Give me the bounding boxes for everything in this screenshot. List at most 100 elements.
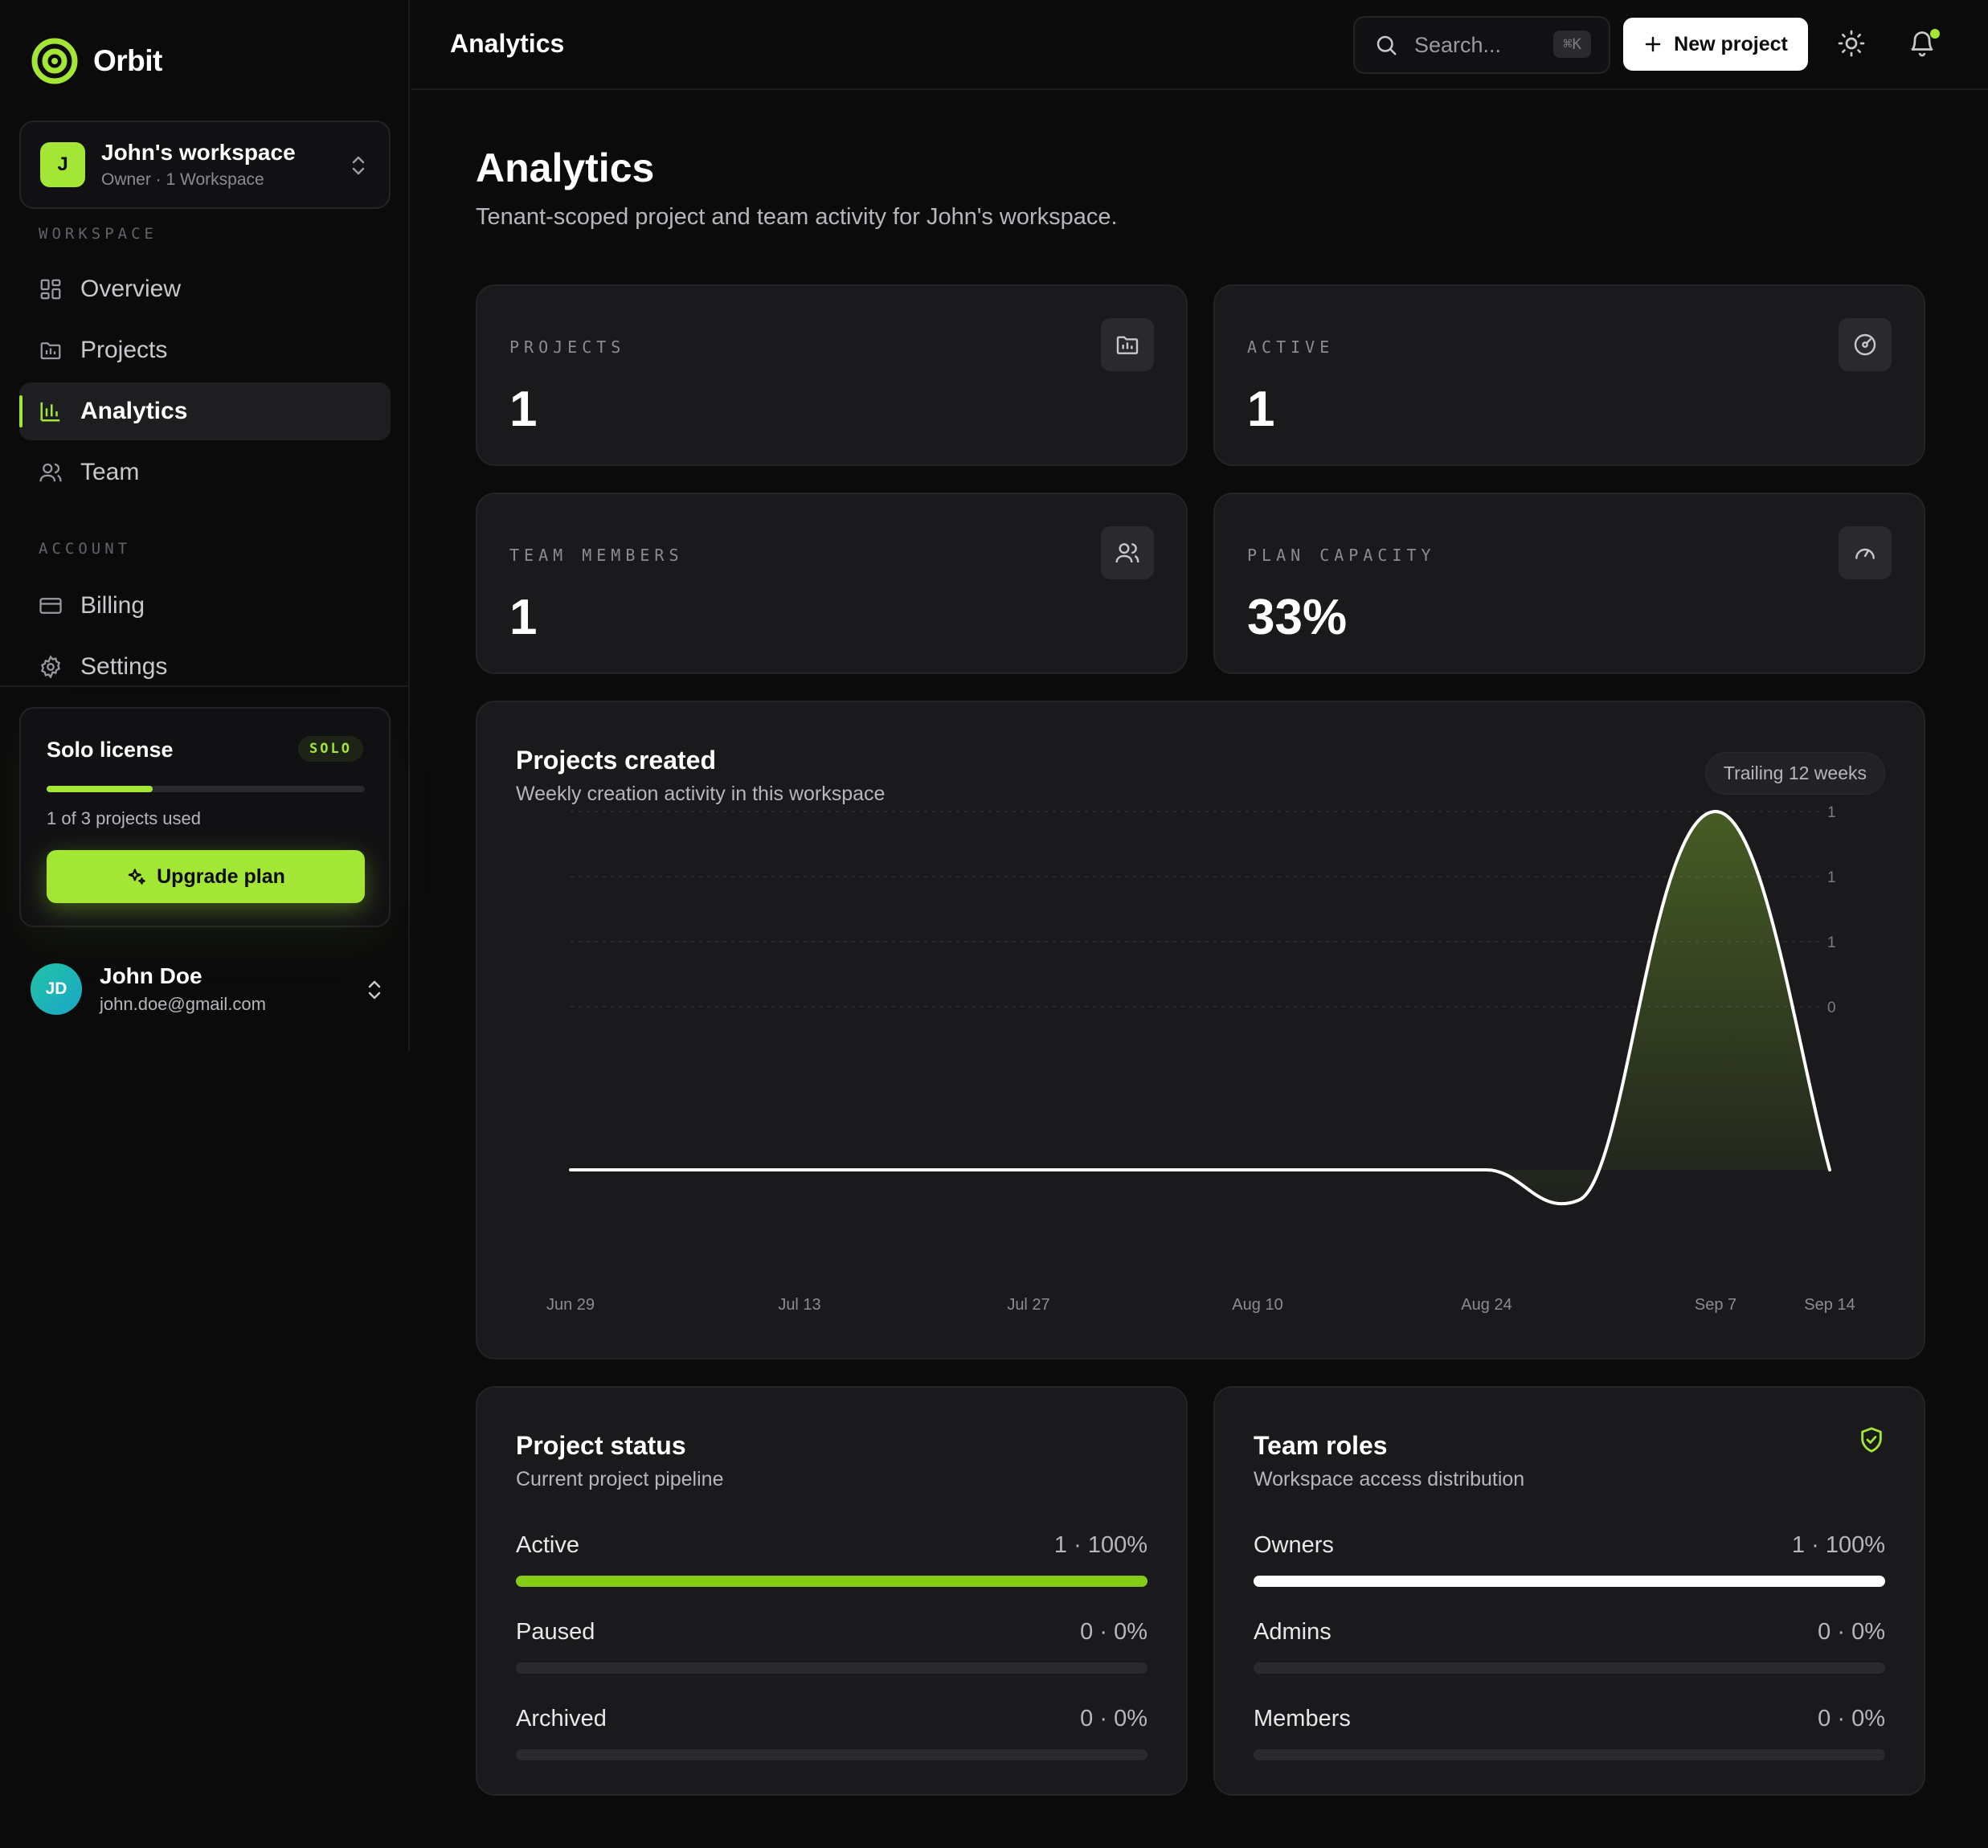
license-usage-text: 1 of 3 projects used [47, 808, 202, 828]
sidebar-item-settings[interactable]: Settings [19, 638, 391, 696]
workspace-switcher[interactable]: J John's workspace Owner · 1 Workspace [19, 121, 391, 209]
row-label: Members [1254, 1706, 1351, 1731]
users-icon [1115, 543, 1139, 563]
project-status-title: Project status [516, 1431, 686, 1460]
credit-card-icon [39, 598, 62, 614]
row-track [516, 1749, 1147, 1760]
row-value: 0 · 0% [1818, 1619, 1885, 1645]
topbar-title: Analytics [450, 29, 565, 58]
x-tick-label: Aug 24 [1461, 1296, 1511, 1314]
license-title: Solo license [47, 738, 174, 762]
row-value: 0 · 0% [1080, 1619, 1147, 1645]
avatar: JD [31, 963, 82, 1015]
row-fill [1254, 1576, 1885, 1587]
stat-value: 1 [509, 382, 538, 437]
sidebar-item-billing[interactable]: Billing [19, 577, 391, 635]
sidebar-item-label: Billing [80, 592, 145, 619]
search-input[interactable]: Search... ⌘K [1353, 16, 1610, 74]
workspace-name: John's workspace [101, 140, 296, 165]
x-tick-label: Aug 10 [1232, 1296, 1282, 1314]
sun-icon[interactable] [1837, 29, 1866, 58]
row-label: Archived [516, 1706, 607, 1731]
plus-icon [1645, 36, 1661, 52]
folder-icon [40, 342, 61, 360]
x-tick-label: Jul 13 [778, 1296, 820, 1314]
search-placeholder: Search... [1414, 32, 1502, 57]
stat-card-active: ACTIVE 1 [1213, 284, 1925, 466]
stat-value: 1 [1247, 382, 1275, 437]
chevron-up-down-icon [352, 156, 365, 175]
sidebar-item-overview[interactable]: Overview [19, 260, 391, 318]
stat-value: 33% [1247, 590, 1348, 645]
sidebar-item-analytics[interactable]: Analytics [19, 382, 391, 440]
users-icon [39, 463, 62, 482]
user-name: John Doe [100, 963, 202, 988]
shield-check-icon [1861, 1427, 1882, 1453]
stat-value: 1 [509, 590, 538, 645]
y-tick-label: 1 [1827, 869, 1836, 886]
workspace-avatar: J [40, 142, 85, 187]
upgrade-plan-label: Upgrade plan [157, 865, 285, 888]
license-usage-fill [47, 786, 153, 792]
section-label-workspace: WORKSPACE [39, 225, 157, 243]
stat-icon-box [1839, 526, 1892, 579]
stat-icon-box [1101, 318, 1154, 371]
x-tick-label: Jul 27 [1007, 1296, 1049, 1314]
project-status-card: Project status Current project pipeline … [476, 1386, 1188, 1796]
x-tick-label: Sep 7 [1695, 1296, 1736, 1314]
row-label: Active [516, 1532, 579, 1558]
project-status-subtitle: Current project pipeline [516, 1468, 724, 1490]
stat-label: PLAN CAPACITY [1247, 546, 1436, 565]
row-value: 0 · 0% [1818, 1706, 1885, 1731]
license-badge: SOLO [298, 736, 363, 762]
page-title: Analytics [476, 145, 655, 190]
folder-chart-icon [1116, 336, 1139, 354]
orbit-logo-icon [31, 38, 78, 84]
row-value: 1 · 100% [1053, 1532, 1147, 1558]
sidebar-divider [0, 685, 410, 687]
sidebar: Orbit J John's workspace Owner · 1 Works… [0, 0, 410, 1051]
bar-chart-icon [40, 402, 60, 422]
y-tick-label: 1 [1827, 804, 1836, 821]
sparkles-icon [128, 869, 145, 885]
page-subtitle: Tenant-scoped project and team activity … [476, 204, 1118, 230]
search-icon [1376, 35, 1397, 55]
sidebar-item-projects[interactable]: Projects [19, 321, 391, 379]
license-usage-bar [47, 786, 365, 792]
row-track [1254, 1662, 1885, 1674]
row-value: 1 · 100% [1791, 1532, 1885, 1558]
row-track [1254, 1749, 1885, 1760]
sidebar-item-label: Team [80, 459, 140, 485]
stat-icon-box [1101, 526, 1154, 579]
y-tick-label: 0 [1827, 1000, 1836, 1016]
grid-icon [40, 279, 61, 300]
team-roles-subtitle: Workspace access distribution [1254, 1468, 1525, 1490]
row-track [516, 1662, 1147, 1674]
x-tick-label: Jun 29 [546, 1296, 595, 1314]
area-fill [571, 812, 1830, 1204]
app-name: Orbit [93, 44, 162, 77]
app-logo[interactable]: Orbit [31, 37, 162, 85]
new-project-button[interactable]: New project [1623, 18, 1808, 71]
sidebar-item-label: Overview [80, 276, 182, 302]
stat-card-team-members: TEAM MEMBERS 1 [476, 493, 1188, 674]
sidebar-item-team[interactable]: Team [19, 444, 391, 501]
row-label: Owners [1254, 1532, 1334, 1558]
stat-label: PROJECTS [509, 337, 626, 357]
new-project-label: New project [1674, 32, 1788, 55]
projects-created-chart: 1 1 1 0 Jun 29 Jul 13 Jul 27 Aug 10 Aug 24 Sep 7 S… [546, 804, 1855, 1314]
upgrade-plan-button[interactable]: Upgrade plan [47, 850, 365, 903]
row-label: Paused [516, 1619, 595, 1645]
gauge-icon [1855, 548, 1875, 559]
row-track [1254, 1576, 1885, 1587]
stat-card-plan-capacity: PLAN CAPACITY 33% [1213, 493, 1925, 674]
stat-card-projects: PROJECTS 1 [476, 284, 1188, 466]
user-menu[interactable]: JD John Doe john.doe@gmail.com [31, 961, 384, 1017]
target-icon [1854, 333, 1876, 356]
top-bar: Analytics Search... ⌘K New project [411, 0, 1988, 90]
license-card: Solo license SOLO 1 of 3 projects used U… [19, 707, 391, 927]
x-tick-label: Sep 14 [1804, 1296, 1855, 1314]
sidebar-item-label: Projects [80, 337, 168, 363]
stat-icon-box [1839, 318, 1892, 371]
notification-dot [1930, 29, 1940, 39]
